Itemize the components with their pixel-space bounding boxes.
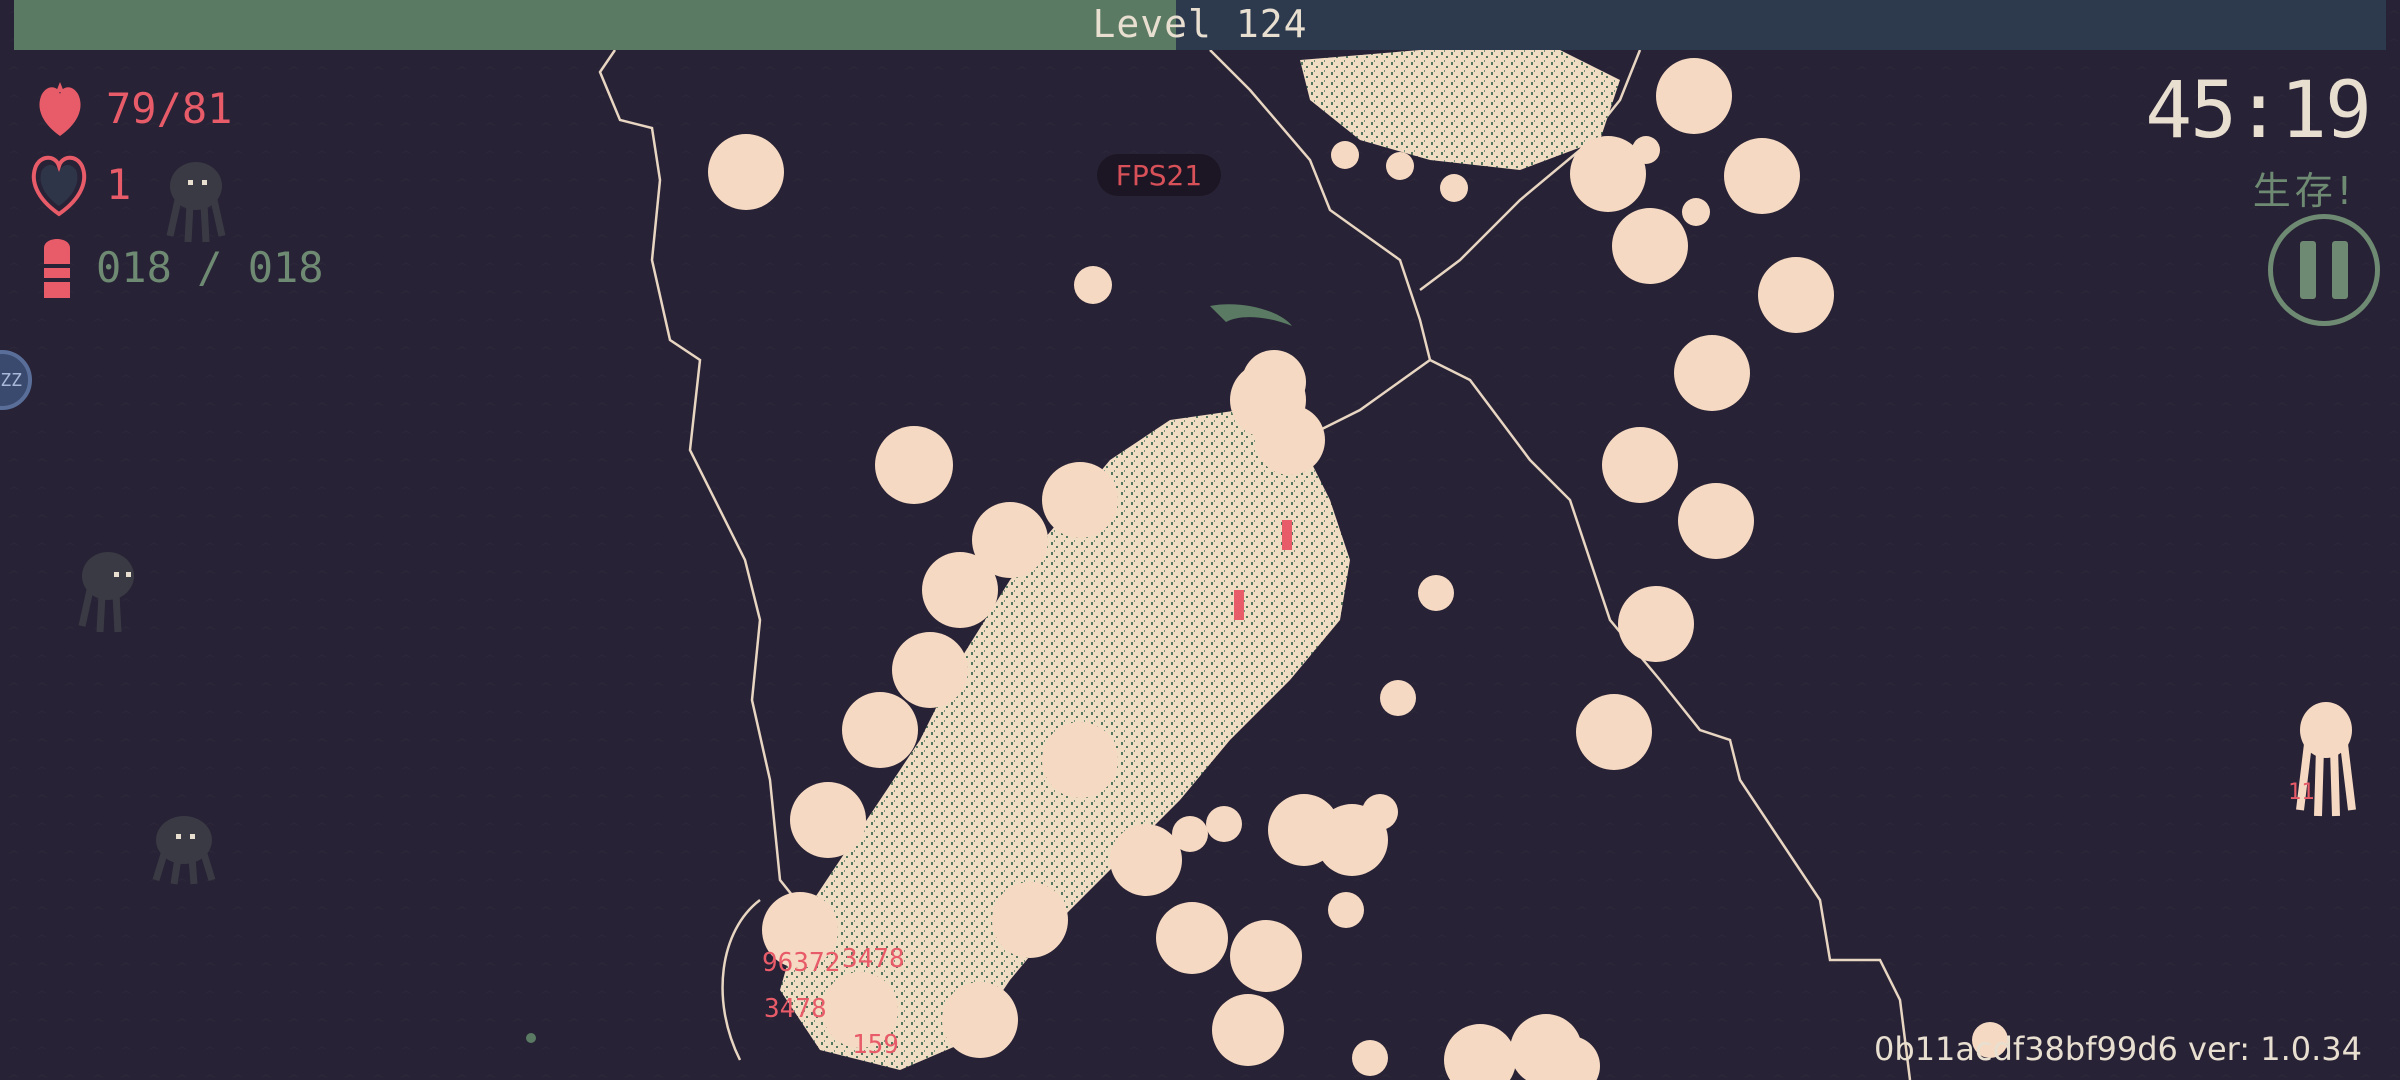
armor-text: 1 — [106, 160, 132, 209]
health-text: 79/81 — [106, 84, 233, 133]
damage-number: 3478 — [764, 994, 827, 1024]
ammo-text: 018 / 018 — [96, 243, 324, 292]
damage-number: 3478 — [842, 944, 905, 974]
xp-bar: Level 124 — [14, 0, 2386, 50]
damage-number: 96372 — [762, 948, 841, 978]
armor-row: 1 — [28, 150, 131, 220]
survival-timer: 45:19 — [2145, 66, 2372, 156]
level-label: Level 124 — [1092, 2, 1308, 46]
pause-button[interactable] — [2268, 214, 2380, 326]
armor-heart-icon — [31, 155, 87, 217]
version-text: 0b11acdf38bf99d6 ver: 1.0.34 — [1874, 1030, 2362, 1068]
fps-counter: FPS21 — [1097, 154, 1221, 196]
side-button-label: ZZ — [0, 369, 22, 391]
ammo-icon — [44, 239, 70, 298]
survive-label: 生存! — [2252, 169, 2356, 213]
ammo-row: 018 / 018 — [40, 234, 324, 302]
heart-icon — [39, 82, 81, 136]
pause-icon — [2300, 241, 2316, 299]
damage-number: 159 — [852, 1030, 899, 1060]
damage-number: 11 — [2288, 780, 2315, 805]
health-row: 79/81 — [34, 78, 232, 140]
xp-gem — [526, 1033, 536, 1043]
